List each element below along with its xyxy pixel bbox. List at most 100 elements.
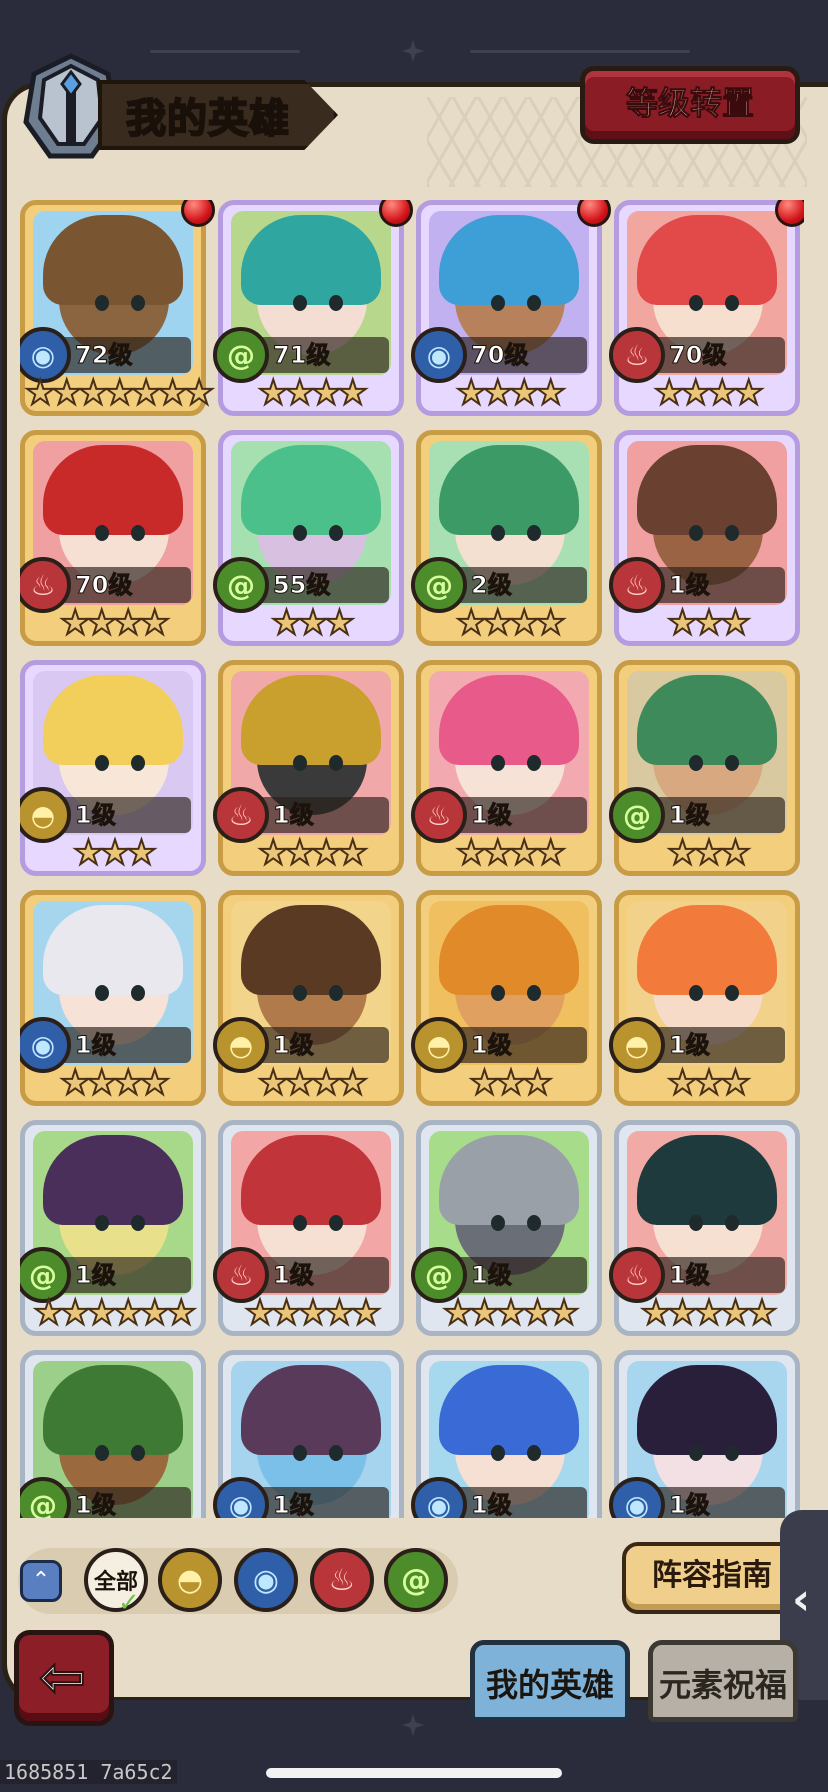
hero-card[interactable]: ◉ 1级 ★★★★: [20, 890, 206, 1106]
hero-card[interactable]: ♨ 1级 ★★★★: [411, 660, 602, 876]
hero-hair: [43, 215, 183, 305]
lineup-guide-button[interactable]: 阵容指南: [622, 1542, 802, 1614]
hero-level-backdrop: [645, 567, 785, 603]
hero-card[interactable]: ◓ 1级 ★★★: [411, 890, 602, 1106]
water-element-icon: ◉: [252, 1562, 280, 1598]
hero-eye: [689, 1215, 703, 1231]
hero-hair: [637, 1135, 777, 1225]
hero-eye: [131, 525, 145, 541]
level-transfer-button[interactable]: 等级转置: [580, 66, 800, 144]
hero-level-backdrop: [249, 1027, 389, 1063]
hero-eye: [131, 755, 145, 771]
hero-card[interactable]: ◉ 72级 ★★★★★★★: [20, 200, 215, 416]
home-indicator[interactable]: [266, 1768, 562, 1778]
hero-level: 1级: [669, 801, 711, 830]
hero-card[interactable]: ♨ 70级 ★★★★: [609, 200, 804, 416]
hero-card[interactable]: ◓ 1级 ★★★: [609, 890, 800, 1106]
hero-card[interactable]: ♨ 1级 ★★★★★: [213, 1120, 404, 1336]
hero-level-backdrop: [447, 1487, 587, 1518]
hero-eye: [725, 295, 739, 311]
hero-level: 1级: [75, 1491, 117, 1519]
hero-card[interactable]: @1级 ★★★★★★: [20, 1120, 206, 1336]
hero-level: 2级: [471, 571, 513, 600]
hero-star-rating: ★★★★★: [442, 1293, 580, 1333]
hero-level-backdrop: [447, 567, 587, 603]
hero-eye: [689, 1445, 703, 1461]
hero-card[interactable]: ◓ 1级 ★★★★: [213, 890, 404, 1106]
filter-wood-button[interactable]: @: [384, 1548, 448, 1612]
hero-card[interactable]: ◉ 1级: [411, 1350, 602, 1518]
hero-hair: [43, 445, 183, 535]
hero-eye: [131, 1215, 145, 1231]
hero-eye: [689, 295, 703, 311]
hero-eye: [689, 755, 703, 771]
hero-level-backdrop: [51, 1027, 191, 1063]
hero-hair: [439, 445, 579, 535]
notification-dot: [577, 200, 611, 227]
hero-eye: [725, 525, 739, 541]
hero-level: 1级: [273, 1031, 315, 1060]
hero-card[interactable]: ◓ 1级 ★★★: [20, 660, 206, 876]
hero-eye: [491, 755, 505, 771]
hero-card[interactable]: @55级 ★★★: [213, 430, 404, 646]
hero-star-rating: ★★★★: [257, 833, 369, 873]
hero-level: 71级: [272, 341, 331, 370]
hero-card[interactable]: ♨ 1级 ★★★★: [213, 660, 404, 876]
hero-card[interactable]: ♨ 1级 ★★★★★: [609, 1120, 800, 1336]
hero-hair: [439, 905, 579, 995]
hero-eye: [491, 985, 505, 1001]
hero-eye: [293, 985, 307, 1001]
chevron-up-icon: ⌃: [31, 1568, 51, 1593]
hero-level: 70级: [668, 341, 727, 370]
footer-id: 1685851 7a65c2: [0, 1760, 177, 1784]
hero-card[interactable]: ◉ 1级: [609, 1350, 800, 1519]
hero-level-backdrop: [249, 1257, 389, 1293]
hero-card[interactable]: ♨ 70级 ★★★★: [20, 430, 206, 646]
filter-fire-button[interactable]: ♨: [310, 1548, 374, 1612]
hero-eye: [329, 985, 343, 1001]
hero-card[interactable]: ◉ 70级 ★★★★: [411, 200, 611, 416]
hero-star-rating: ★★★★: [455, 833, 567, 873]
back-arrow-icon: ⇦: [38, 1644, 87, 1711]
hero-level: 1级: [669, 1491, 711, 1519]
tab-element-blessing[interactable]: 元素祝福: [648, 1640, 798, 1722]
hero-card[interactable]: @2级 ★★★★: [411, 430, 602, 646]
hero-hair: [637, 215, 777, 305]
hero-hair: [439, 1135, 579, 1225]
hero-card[interactable]: @1级 ★★★★★: [411, 1120, 602, 1336]
hero-hair: [637, 905, 777, 995]
hero-level: 70级: [74, 571, 133, 600]
hero-star-rating: ★★★: [666, 1063, 751, 1103]
hero-star-rating: ★★★★★: [244, 1293, 382, 1333]
level-transfer-label: 等级转置: [625, 84, 754, 123]
hero-eye: [689, 525, 703, 541]
hero-eye: [293, 1215, 307, 1231]
hero-eye: [725, 755, 739, 771]
tab-my-heroes-label: 我的英雄: [485, 1666, 614, 1704]
hero-level: 1级: [75, 1031, 117, 1060]
hero-card[interactable]: ◉ 1级: [213, 1350, 404, 1518]
hero-level-backdrop: [645, 1487, 785, 1518]
hero-card[interactable]: @71级 ★★★★: [213, 200, 413, 416]
hero-hair: [43, 1365, 183, 1455]
hero-level: 1级: [471, 1031, 513, 1060]
hero-level: 1级: [273, 1261, 315, 1290]
hero-eye: [293, 295, 307, 311]
hero-eye: [527, 1445, 541, 1461]
chevron-left-icon: ‹: [792, 1574, 811, 1625]
hero-level: 72级: [74, 341, 133, 370]
hero-eye: [131, 1445, 145, 1461]
hero-level-backdrop: [51, 797, 191, 833]
filter-water-button[interactable]: ◉: [234, 1548, 298, 1612]
hero-eye: [725, 1445, 739, 1461]
hero-card[interactable]: @1级 ★★★: [609, 660, 800, 876]
collapse-filter-button[interactable]: ⌃: [20, 1560, 62, 1602]
hero-card[interactable]: @1级: [20, 1350, 206, 1518]
hero-card[interactable]: ♨ 1级 ★★★: [609, 430, 800, 646]
hero-level: 1级: [273, 801, 315, 830]
hero-hair: [241, 445, 381, 535]
filter-earth-button[interactable]: ◓: [158, 1548, 222, 1612]
back-button[interactable]: ⇦: [14, 1630, 114, 1726]
hero-star-rating: ★★★★: [455, 373, 567, 413]
tab-my-heroes[interactable]: 我的英雄: [470, 1640, 630, 1722]
